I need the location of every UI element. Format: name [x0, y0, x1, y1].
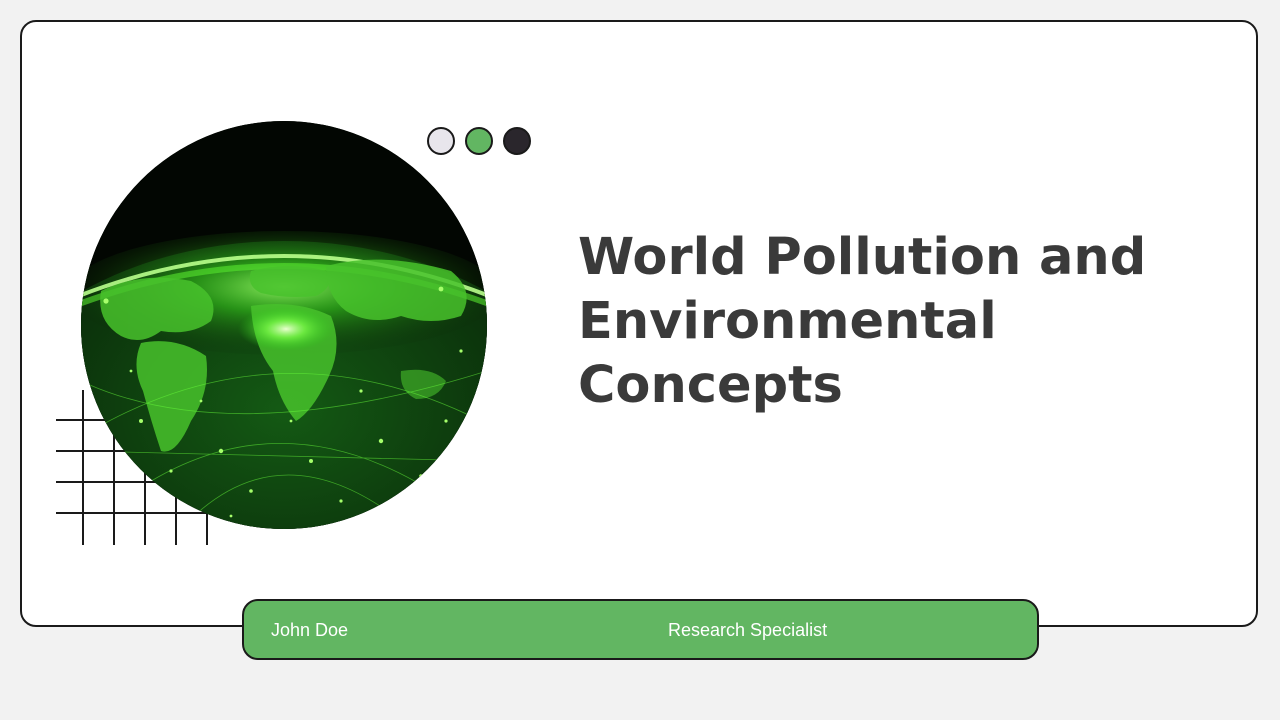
- green-dot: [465, 127, 493, 155]
- globe-image: [81, 121, 487, 529]
- slide-title: World Pollution and Environmental Concep…: [578, 228, 1147, 415]
- presenter-role: Research Specialist: [668, 620, 828, 640]
- light-dot: [427, 127, 455, 155]
- dark-dot: [503, 127, 531, 155]
- presenter-bar: John Doe Research Specialist: [242, 599, 1039, 660]
- presenter-name: John Doe: [271, 620, 349, 640]
